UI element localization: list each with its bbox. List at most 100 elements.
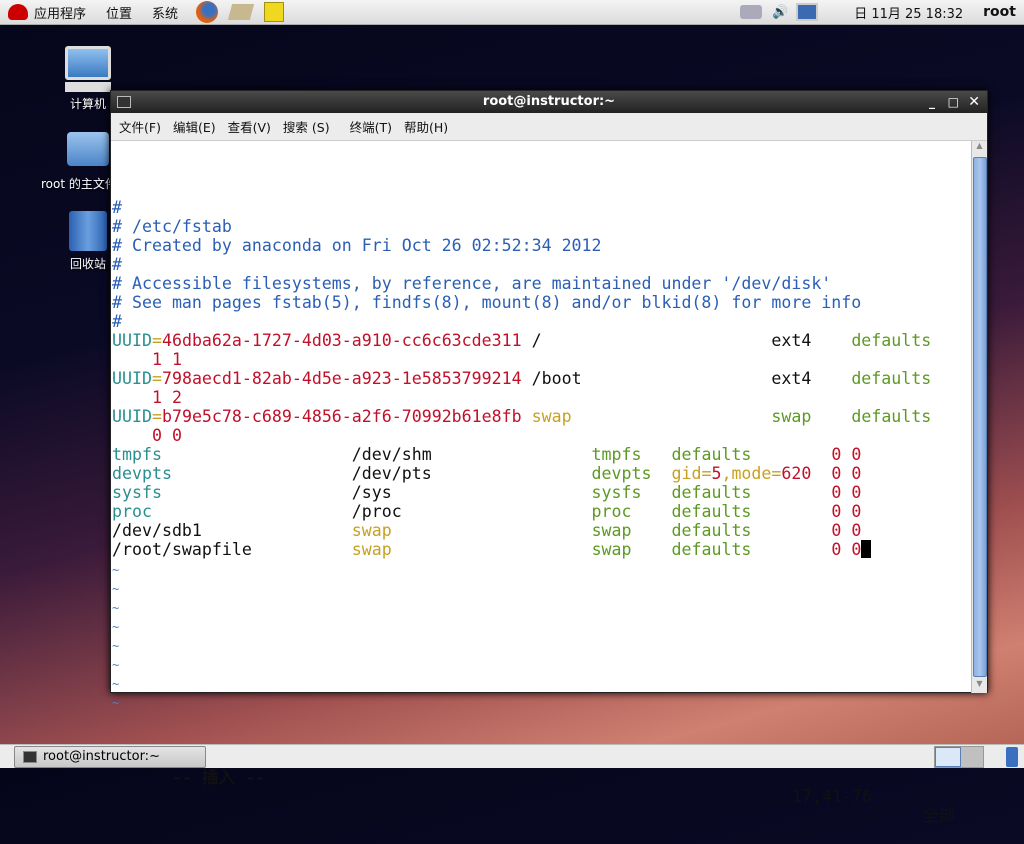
- text-segment: /sys: [161, 483, 592, 502]
- home-folder-icon: [67, 132, 109, 166]
- text-segment: swap: [351, 521, 392, 540]
- text-segment: 0 0: [831, 445, 862, 464]
- text-segment: /proc: [151, 502, 592, 521]
- scroll-down-arrow[interactable]: ▼: [972, 679, 987, 693]
- text-segment: defaults: [851, 407, 932, 426]
- redhat-menu-icon[interactable]: [8, 4, 28, 20]
- user-menu[interactable]: root: [983, 4, 1016, 20]
- empty-line-marker: ~: [112, 616, 972, 635]
- menu-edit[interactable]: 编辑(E): [173, 117, 216, 136]
- text-segment: ,mode=: [721, 464, 782, 483]
- text-segment: [522, 407, 532, 426]
- text-segment: 5: [711, 464, 722, 483]
- text-segment: defaults: [671, 445, 752, 464]
- text-segment: devpts: [591, 464, 652, 483]
- terminal-content[interactable]: # # /etc/fstab # Created by anaconda on Fr…: [112, 160, 972, 825]
- computer-icon: [65, 46, 111, 80]
- text-segment: ~: [112, 696, 120, 710]
- text-segment: 0 0: [831, 540, 862, 559]
- text-segment: [632, 540, 672, 559]
- menu-system[interactable]: 系统: [152, 3, 178, 22]
- trash-applet-icon[interactable]: [1006, 747, 1018, 767]
- editor-line: sysfs /sys sysfs defaults 0 0: [112, 483, 972, 502]
- text-segment: [112, 350, 152, 369]
- empty-line-marker: ~: [112, 635, 972, 654]
- text-segment: defaults: [671, 540, 752, 559]
- text-segment: # See man pages fstab(5), findfs(8), mou…: [112, 293, 862, 312]
- clock[interactable]: 日 11月 25 18:32: [854, 3, 963, 22]
- title-bar[interactable]: root@instructor:~ _ □ ✕: [111, 91, 987, 113]
- text-segment: UUID: [112, 407, 152, 426]
- menu-search[interactable]: 搜索 (S): [283, 117, 330, 136]
- editor-line: /root/swapfile swap swap defaults 0 0: [112, 540, 972, 559]
- firefox-icon[interactable]: [196, 1, 219, 23]
- taskbar-task-label: root@instructor:~: [43, 749, 160, 764]
- editor-line: # Created by anaconda on Fri Oct 26 02:5…: [112, 236, 972, 255]
- mail-icon[interactable]: [227, 4, 255, 20]
- text-segment: sysfs: [591, 483, 642, 502]
- editor-line: devpts /dev/pts devpts gid=5,mode=620 0 …: [112, 464, 972, 483]
- text-segment: # Created by anaconda on Fri Oct 26 02:5…: [112, 236, 602, 255]
- text-segment: proc: [591, 502, 632, 521]
- text-segment: [751, 445, 831, 464]
- menu-terminal[interactable]: 终端(T): [350, 117, 392, 136]
- notes-icon[interactable]: [264, 2, 285, 22]
- taskbar-terminal-button[interactable]: root@instructor:~: [14, 746, 206, 768]
- editor-line: UUID=798aecd1-82ab-4d5e-a923-1e585379921…: [112, 369, 972, 388]
- text-segment: [642, 483, 672, 502]
- text-segment: [642, 445, 672, 464]
- text-segment: UUID: [112, 331, 152, 350]
- text-segment: [751, 540, 831, 559]
- text-segment: 0 0: [151, 426, 182, 445]
- text-segment: defaults: [671, 521, 752, 540]
- input-method-icon[interactable]: [740, 5, 763, 19]
- text-segment: [751, 483, 831, 502]
- text-segment: defaults: [671, 502, 752, 521]
- text-segment: ~: [112, 639, 120, 653]
- scroll-up-arrow[interactable]: ▲: [972, 141, 987, 155]
- network-icon[interactable]: [796, 3, 819, 21]
- computer-stand-icon: [65, 82, 111, 92]
- trash-icon: [69, 211, 107, 251]
- text-segment: [632, 521, 672, 540]
- scrollbar[interactable]: ▲ ▼: [971, 141, 987, 693]
- menu-help[interactable]: 帮助(H): [404, 117, 448, 136]
- text-segment: =: [151, 407, 162, 426]
- menu-file[interactable]: 文件(F): [119, 117, 161, 136]
- text-segment: [751, 521, 831, 540]
- text-cursor: [861, 540, 872, 558]
- text-segment: [751, 502, 831, 521]
- volume-icon[interactable]: 🔊: [770, 5, 790, 20]
- text-segment: /dev/pts: [171, 464, 592, 483]
- close-button[interactable]: ✕: [968, 91, 980, 113]
- text-segment: [392, 521, 592, 540]
- text-segment: swap: [591, 540, 632, 559]
- workspace-switcher[interactable]: [934, 746, 984, 768]
- text-segment: ~: [112, 658, 120, 672]
- minimize-button[interactable]: _: [929, 91, 935, 113]
- text-segment: /dev/sdb1: [112, 521, 352, 540]
- menu-view[interactable]: 查看(V): [228, 117, 271, 136]
- text-segment: # /etc/fstab: [112, 217, 232, 236]
- maximize-button[interactable]: □: [948, 91, 959, 113]
- editor-line: 1 2: [112, 388, 972, 407]
- text-segment: defaults: [671, 483, 752, 502]
- text-segment: #: [112, 312, 122, 331]
- bottom-panel: root@instructor:~: [0, 744, 1024, 768]
- menu-places[interactable]: 位置: [106, 3, 132, 22]
- terminal-window: root@instructor:~ _ □ ✕ 文件(F) 编辑(E) 查看(V…: [110, 90, 988, 825]
- text-segment: [652, 464, 672, 483]
- text-segment: [392, 540, 592, 559]
- editor-line: proc /proc proc defaults 0 0: [112, 502, 972, 521]
- text-segment: =: [151, 331, 162, 350]
- menu-applications[interactable]: 应用程序: [34, 3, 86, 22]
- text-segment: b79e5c78-c689-4856-a2f6-70992b61e8fb: [161, 407, 522, 426]
- terminal-icon: [23, 751, 37, 763]
- scrollbar-thumb[interactable]: [973, 157, 987, 677]
- text-segment: #: [112, 198, 122, 217]
- editor-line: # Accessible filesystems, by reference, …: [112, 274, 972, 293]
- text-segment: [112, 388, 152, 407]
- empty-line-marker: ~: [112, 578, 972, 597]
- text-segment: ~: [112, 601, 120, 615]
- vim-mode: -- 插入 --: [171, 768, 266, 787]
